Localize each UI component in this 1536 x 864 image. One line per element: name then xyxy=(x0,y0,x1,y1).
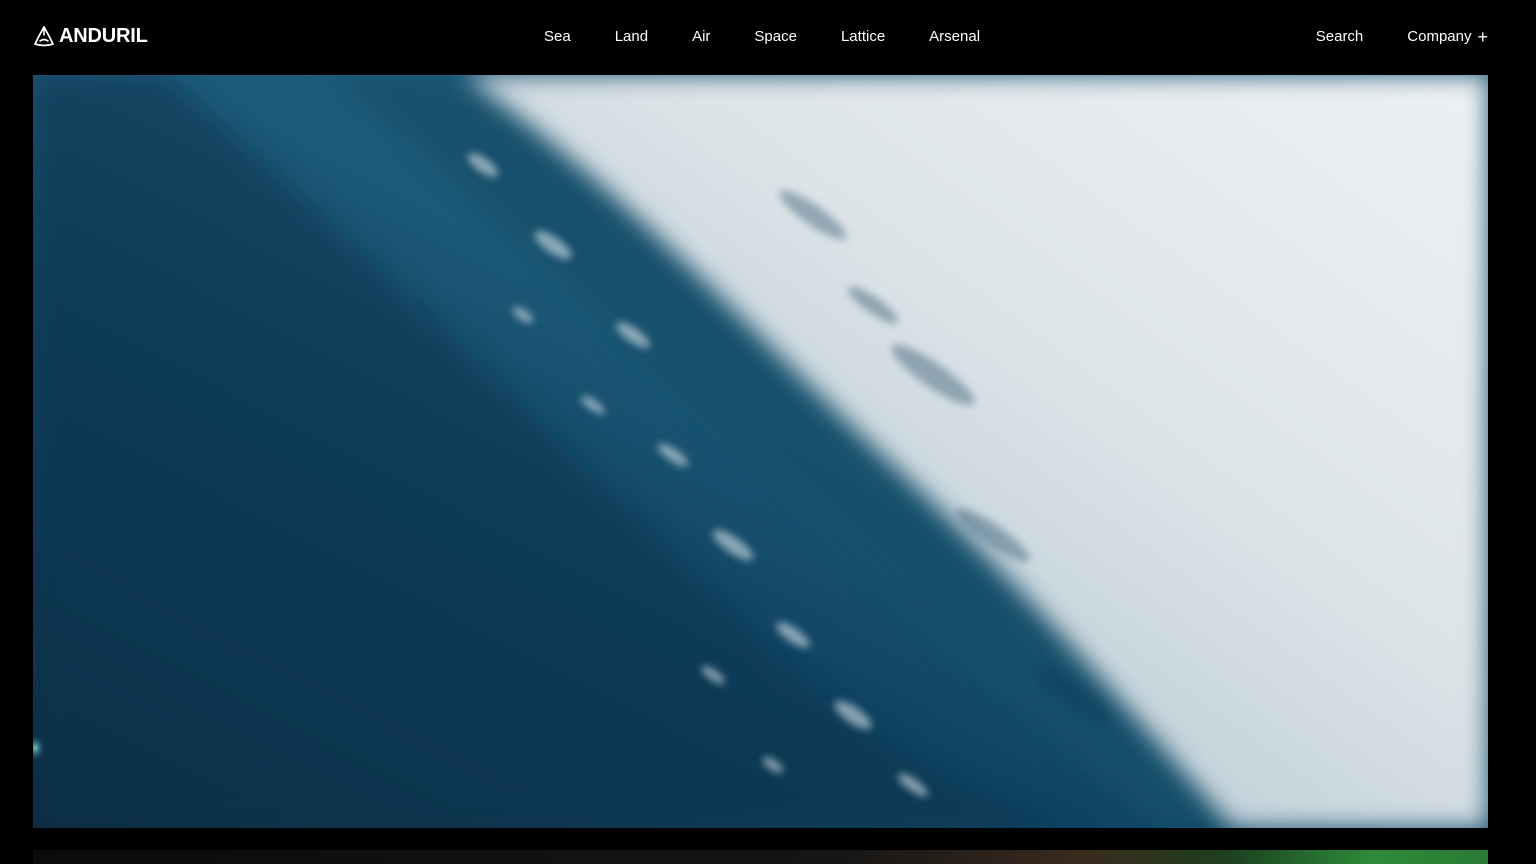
search-link[interactable]: Search xyxy=(1316,27,1364,47)
search-label: Search xyxy=(1315,28,1364,45)
nav-item-lattice[interactable]: Lattice xyxy=(841,27,885,47)
site-header: ANDURIL Sea Land Air Space Lattice Arsen… xyxy=(0,0,1536,75)
main-nav: Sea Land Air Space Lattice Arsenal xyxy=(544,27,980,47)
nav-item-sea[interactable]: Sea xyxy=(544,27,571,47)
company-label: Company xyxy=(1407,28,1472,45)
hero-video[interactable] xyxy=(33,75,1488,828)
plus-icon: + xyxy=(1477,27,1488,47)
nav-item-air[interactable]: Air xyxy=(692,27,710,47)
anduril-logo-icon xyxy=(33,25,55,47)
logo-text: ANDURIL xyxy=(59,25,148,47)
header-utilities: Search Company + xyxy=(1316,27,1488,47)
company-menu-button[interactable]: Company + xyxy=(1407,27,1488,47)
next-section-preview xyxy=(33,850,1488,864)
logo-link[interactable]: ANDURIL xyxy=(33,24,148,48)
nav-item-land[interactable]: Land xyxy=(615,27,648,47)
underwater-scene xyxy=(33,75,1488,828)
nav-item-arsenal[interactable]: Arsenal xyxy=(929,27,980,47)
nav-item-space[interactable]: Space xyxy=(754,27,797,47)
